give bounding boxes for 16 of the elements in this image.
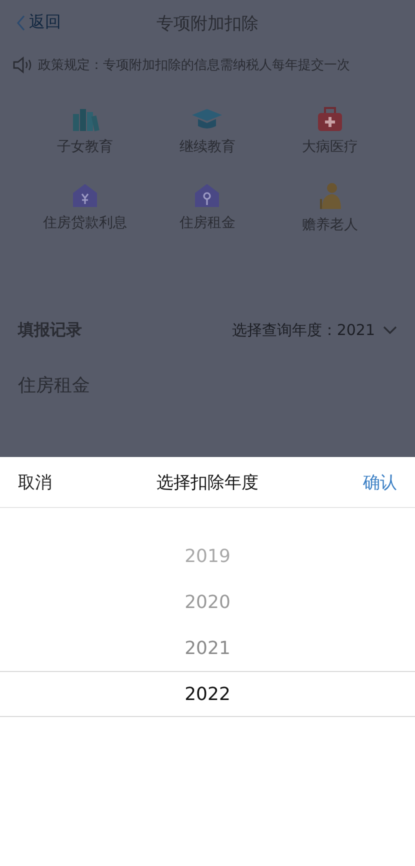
- cancel-button[interactable]: 取消: [18, 470, 52, 494]
- medical-kit-icon: [316, 106, 344, 132]
- year-option[interactable]: 2020: [0, 579, 415, 625]
- back-button[interactable]: 返回: [16, 12, 61, 33]
- house-icon: [193, 182, 222, 208]
- year-option[interactable]: 2021: [0, 625, 415, 671]
- sheet-title: 选择扣除年度: [156, 472, 258, 494]
- speaker-icon: [12, 56, 34, 74]
- year-option[interactable]: 2019: [0, 533, 415, 579]
- chevron-down-icon: [383, 326, 397, 335]
- books-icon: [70, 106, 100, 132]
- year-filter-dropdown[interactable]: 选择查询年度：2021: [232, 321, 397, 340]
- back-icon: [16, 14, 26, 32]
- year-option[interactable]: 2022: [0, 671, 415, 717]
- confirm-button[interactable]: 确认: [363, 470, 397, 494]
- house-icon: [71, 182, 100, 208]
